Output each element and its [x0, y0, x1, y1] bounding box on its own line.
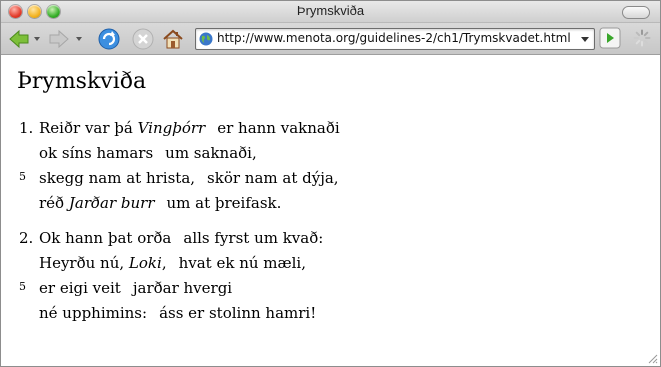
- page-content: Þrymskviða 1. Reiðr var þá Vingþórr er ha…: [1, 55, 660, 366]
- address-bar[interactable]: http://www.menota.org/guidelines-2/ch1/T…: [195, 28, 595, 50]
- verse-line: Reiðr var þá Vingþórr er hann vaknaði: [39, 119, 340, 137]
- url-text: http://www.menota.org/guidelines-2/ch1/T…: [217, 31, 571, 45]
- forward-button[interactable]: [47, 27, 71, 51]
- reload-button[interactable]: [97, 27, 121, 51]
- title-bar: Þrymskviða: [1, 1, 660, 23]
- toolbar-toggle-button[interactable]: [622, 6, 650, 19]
- go-icon[interactable]: [599, 27, 621, 49]
- verse-line: er eigi veit jarðar hvergi: [39, 279, 233, 297]
- forward-arrow-icon: [49, 29, 69, 49]
- back-menu-arrow-icon[interactable]: [34, 37, 40, 41]
- verse-line: ok síns hamars um saknaði,: [39, 144, 257, 162]
- back-arrow-icon: [9, 29, 29, 49]
- globe-icon: [199, 32, 213, 46]
- line-number: 5: [19, 170, 26, 183]
- reload-icon: [98, 28, 120, 50]
- window-title: Þrymskviða: [296, 3, 365, 18]
- verse-line: skegg nam at hrista, skör nam at dýja,: [39, 169, 339, 187]
- stop-icon: [132, 28, 154, 50]
- stanza-number: 2.: [19, 229, 34, 247]
- resize-grip-icon[interactable]: [646, 352, 658, 364]
- verse-line: né upphimins: áss er stolinn hamri!: [39, 304, 317, 322]
- page-title: Þrymskviða: [17, 69, 147, 94]
- verse-line: réð Jarðar burr um at þreifask.: [39, 194, 282, 212]
- line-number: 5: [19, 280, 26, 293]
- stop-button[interactable]: [131, 27, 155, 51]
- home-icon: [163, 29, 183, 49]
- spinner-icon: [633, 29, 651, 47]
- back-button[interactable]: [7, 27, 31, 51]
- home-button[interactable]: [161, 27, 185, 51]
- verse-line: Ok hann þat orða alls fyrst um kvað:: [39, 229, 324, 247]
- stanza-number: 1.: [19, 119, 34, 137]
- forward-menu-arrow-icon[interactable]: [76, 37, 82, 41]
- navigation-toolbar: http://www.menota.org/guidelines-2/ch1/T…: [1, 23, 660, 55]
- browser-window: Þrymskviða http://www.menota.org/guideli…: [0, 0, 661, 367]
- url-history-dropdown-icon[interactable]: [581, 37, 589, 42]
- verse-line: Heyrðu nú, Loki, hvat ek nú mæli,: [39, 254, 306, 272]
